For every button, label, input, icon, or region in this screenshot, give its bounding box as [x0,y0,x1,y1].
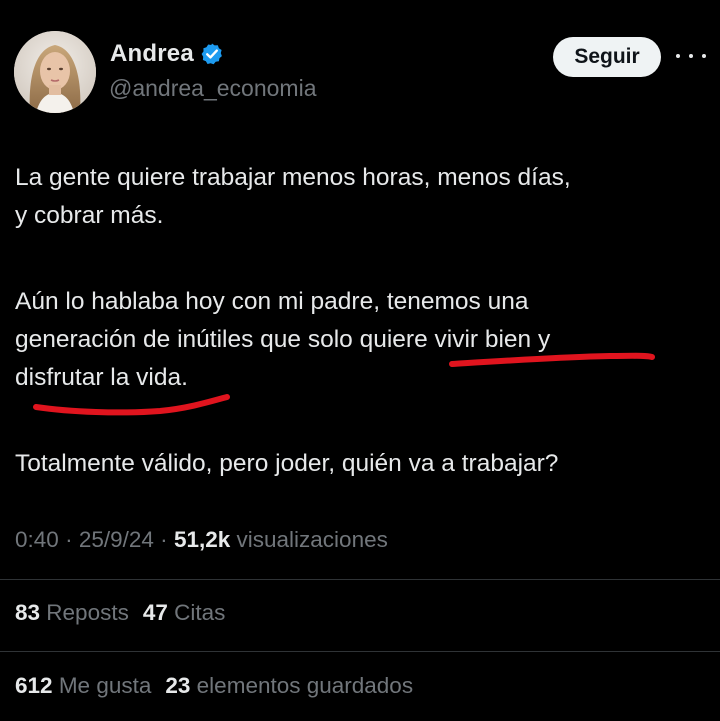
avatar[interactable] [14,31,96,113]
reposts-stat[interactable]: 83 Reposts [15,600,129,625]
reposts-label: Reposts [46,600,129,625]
views-label: visualizaciones [236,527,388,552]
verified-badge-icon[interactable] [200,42,224,66]
tweet-line: y cobrar más. [15,202,164,229]
author-name-row: Andrea [110,40,224,68]
more-options-icon[interactable] [676,46,706,66]
divider [0,651,720,652]
likes-label: Me gusta [58,673,152,698]
likes-stat[interactable]: 612 Me gusta [15,673,151,698]
tweet-line: generación de inútiles que solo quiere v… [15,326,551,353]
dot [676,54,680,58]
tweet-paragraph-3: Totalmente válido, pero joder, quién va … [15,445,710,483]
quotes-label: Citas [174,600,226,625]
bookmarks-stat[interactable]: 23 elementos guardados [165,673,413,698]
profile-photo [14,31,96,113]
author-handle[interactable]: @andrea_economia [109,75,316,102]
tweet-line: La gente quiere trabajar menos horas, me… [15,164,571,191]
dot [689,54,693,58]
tweet-date[interactable]: 25/9/24 [79,527,154,552]
repost-quote-stats: 83 Reposts 47 Citas [15,600,225,626]
reposts-count: 83 [15,600,41,625]
meta-separator: · [160,527,168,552]
follow-button[interactable]: Seguir [553,37,661,77]
likes-count: 612 [15,673,53,698]
bookmarks-label: elementos guardados [196,673,414,698]
tweet-paragraph-2: Aún lo hablaba hoy con mi padre, tenemos… [15,283,710,397]
tweet-line: Totalmente válido, pero joder, quién va … [15,450,559,477]
tweet-line: Aún lo hablaba hoy con mi padre, tenemos… [15,288,529,315]
dot [702,54,706,58]
author-display-name[interactable]: Andrea [110,40,194,68]
quotes-stat[interactable]: 47 Citas [143,600,226,625]
divider [0,579,720,580]
tweet-line: disfrutar la vida. [15,364,188,391]
tweet-time[interactable]: 0:40 [15,527,59,552]
quotes-count: 47 [142,600,168,625]
like-bookmark-stats: 612 Me gusta 23 elementos guardados [15,673,413,699]
views-count: 51,2k [173,527,231,552]
bookmarks-count: 23 [165,673,191,698]
meta-separator: · [65,527,73,552]
tweet-paragraph-1: La gente quiere trabajar menos horas, me… [15,159,710,235]
tweet-meta: 0:40 · 25/9/24 · 51,2k visualizaciones [15,527,388,553]
